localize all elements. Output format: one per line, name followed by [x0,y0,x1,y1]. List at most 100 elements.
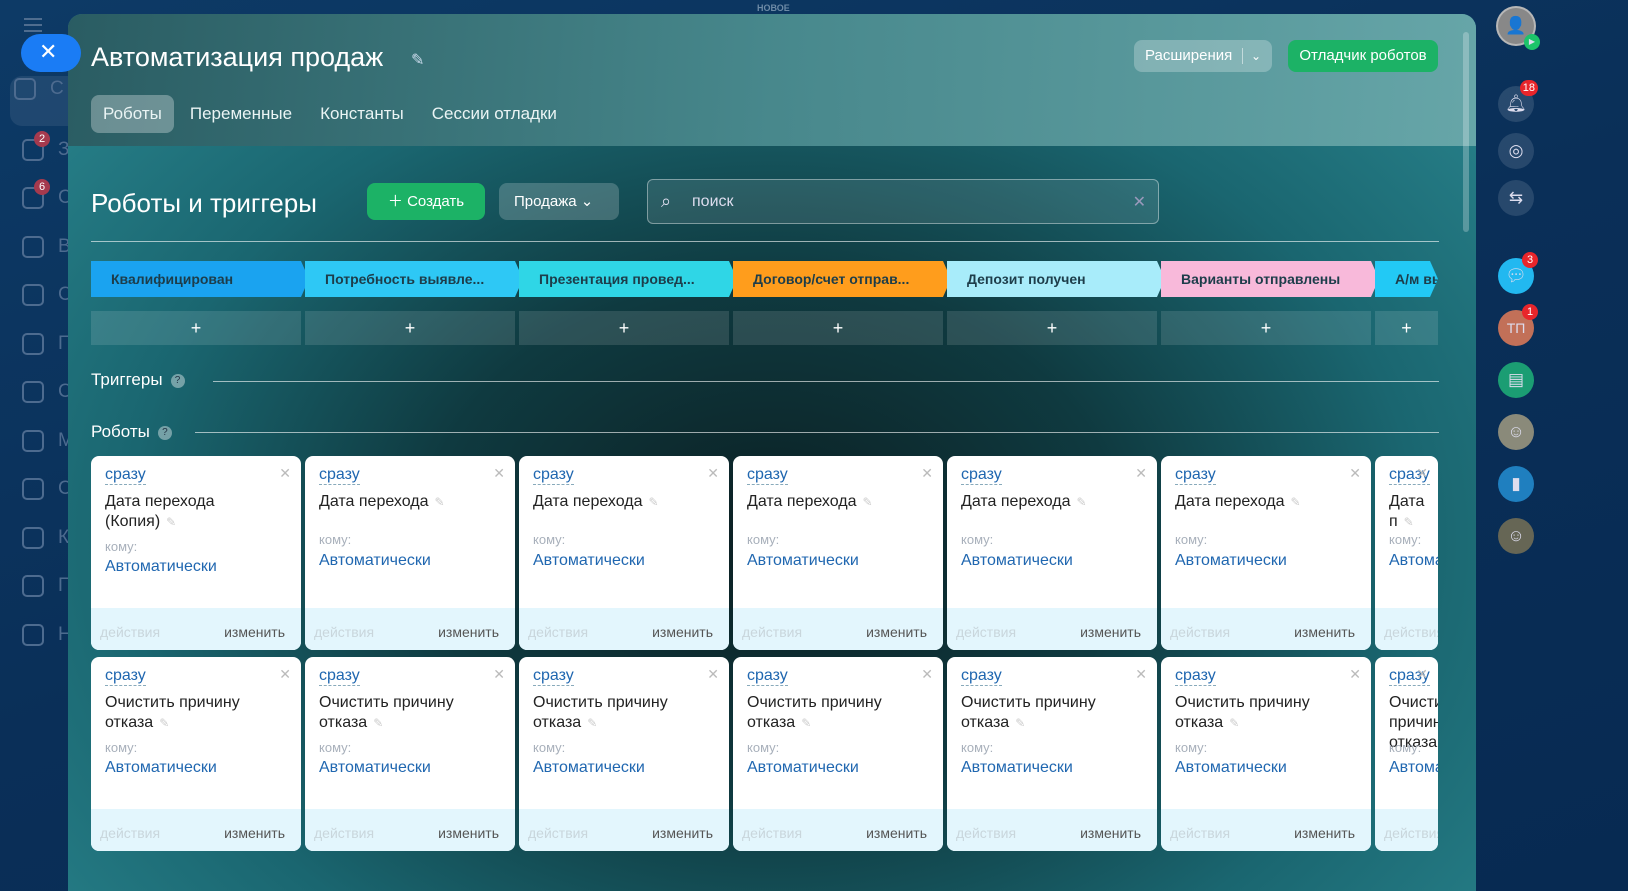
nav-item[interactable]: Н [18,622,72,652]
pencil-icon[interactable]: ✎ [1015,716,1025,730]
edit-link[interactable]: изменить [652,825,713,841]
search-input[interactable] [692,190,1112,214]
tab-robots[interactable]: Роботы [91,95,174,133]
nav-item[interactable]: С [10,76,70,126]
responsible-link[interactable]: Автоматически [747,759,859,777]
edit-link[interactable]: изменить [438,825,499,841]
delay-link[interactable]: сразу [747,466,788,485]
close-icon[interactable]: ✕ [1349,666,1361,683]
activity-icon[interactable]: ◎ [1498,133,1534,169]
tab-debug-sessions[interactable]: Сессии отладки [420,95,569,133]
pencil-icon[interactable]: ✎ [1290,495,1300,509]
robot-card[interactable]: сразу ✕ Очистить причину отказа✎ кому: А… [519,657,729,851]
edit-link[interactable]: изменить [1080,624,1141,640]
pipeline-select[interactable]: Продажа ⌄ [499,183,619,220]
close-icon[interactable]: ✕ [707,465,719,482]
messenger-button[interactable]: 💬︎ 3 [1498,252,1538,294]
nav-item[interactable]: С [18,282,72,312]
responsible-link[interactable]: Автоматически [961,759,1073,777]
delay-link[interactable]: сразу [105,466,146,485]
delay-link[interactable]: сразу [533,667,574,686]
contact-avatar[interactable]: ☺ [1498,518,1534,554]
close-icon[interactable]: ✕ [1135,666,1147,683]
responsible-link[interactable]: Автоматически [533,552,645,570]
edit-link[interactable]: изменить [224,624,285,640]
delay-link[interactable]: сразу [319,667,360,686]
robot-card[interactable]: сразу ✕ Очистить причину отказа✎ кому: А… [1375,657,1438,851]
robot-card[interactable]: сразу ✕ Очистить причину отказа✎ кому: А… [305,657,515,851]
robot-card[interactable]: сразу ✕ Дата перехода ✎ кому: Автоматичес… [1161,456,1371,650]
responsible-link[interactable]: Автоматически [1389,552,1438,570]
close-icon[interactable]: ✕ [1416,666,1428,683]
responsible-link[interactable]: Автоматически [319,552,431,570]
close-slider-button[interactable]: ✕ [21,34,81,72]
tp-chat-button[interactable]: ТП 1 [1498,304,1538,346]
robot-card[interactable]: сразу ✕ Очистить причину отказа✎ кому: А… [1161,657,1371,851]
responsible-link[interactable]: Автоматически [105,558,217,576]
clear-icon[interactable]: ✕ [1133,192,1146,212]
nav-item[interactable]: С6 [18,179,72,215]
delay-link[interactable]: сразу [105,667,146,686]
pencil-icon[interactable]: ✎ [1229,716,1239,730]
scrollbar[interactable] [1463,32,1469,232]
pencil-icon[interactable]: ✎ [648,495,658,509]
responsible-link[interactable]: Автоматически [319,759,431,777]
pencil-icon[interactable]: ✎ [434,495,444,509]
robot-card[interactable]: сразу ✕ Дата перехода ✎ кому: Автоматичес… [305,456,515,650]
responsible-link[interactable]: Автоматически [105,759,217,777]
add-trigger-button[interactable]: + [519,311,729,345]
pencil-icon[interactable]: ✎ [862,495,872,509]
robot-card[interactable]: сразу ✕ Дата перехода ✎ кому: Автоматичес… [519,456,729,650]
user-avatar[interactable]: 👤 ▶ [1496,6,1540,50]
robot-card[interactable]: сразу ✕ Очистить причину отказа✎ кому: А… [733,657,943,851]
delay-link[interactable]: сразу [319,466,360,485]
add-trigger-button[interactable]: + [733,311,943,345]
add-trigger-button[interactable]: + [91,311,301,345]
add-trigger-button[interactable]: + [1375,311,1438,345]
responsible-link[interactable]: Автоматически [1175,552,1287,570]
edit-link[interactable]: изменить [866,825,927,841]
close-icon[interactable]: ✕ [1416,465,1428,482]
responsible-link[interactable]: Автоматически [747,552,859,570]
robot-card[interactable]: сразу ✕ Очистить причину отказа✎ кому: А… [91,657,301,851]
pencil-icon[interactable]: ✎ [1404,515,1414,529]
stage-column-header[interactable]: Потребность выявле... [305,261,523,297]
help-icon[interactable]: ? [157,426,172,440]
robot-card[interactable]: сразу ✕ Очистить причину отказа✎ кому: А… [947,657,1157,851]
news-icon[interactable]: ▤ [1498,362,1534,398]
nav-item[interactable]: П [18,573,72,603]
responsible-link[interactable]: Автоматически [961,552,1073,570]
close-icon[interactable]: ✕ [921,465,933,482]
robot-card[interactable]: сразу ✕ Дата перехода ✎ кому: Автоматичес… [947,456,1157,650]
tab-variables[interactable]: Переменные [178,95,304,133]
nav-item[interactable]: С [18,476,72,506]
close-icon[interactable]: ✕ [279,666,291,683]
close-icon[interactable]: ✕ [279,465,291,482]
edit-link[interactable]: изменить [652,624,713,640]
robot-card[interactable]: сразу ✕ Дата перехода ✎ кому: Автоматичес… [733,456,943,650]
pencil-icon[interactable]: ✎ [373,716,383,730]
menu-icon[interactable] [24,18,42,32]
chevron-down-icon[interactable]: ⌄ [1251,40,1261,72]
add-trigger-button[interactable]: + [1161,311,1371,345]
delay-link[interactable]: сразу [961,667,1002,686]
edit-link[interactable]: изменить [224,825,285,841]
close-icon[interactable]: ✕ [493,465,505,482]
delay-link[interactable]: сразу [961,466,1002,485]
add-trigger-button[interactable]: + [305,311,515,345]
stage-column-header[interactable]: Договор/счет отправ... [733,261,951,297]
notifications-button[interactable]: 🔔︎ 18 [1498,80,1538,122]
nav-item[interactable]: З2 [18,130,69,167]
robot-card[interactable]: сразу ✕ Дата перехода (Копия) ✎ кому: Авт… [91,456,301,650]
edit-link[interactable]: изменить [866,624,927,640]
nav-item[interactable]: П [18,331,72,361]
stage-column-header[interactable]: Варианты отправлены [1161,261,1379,297]
edit-link[interactable]: изменить [1294,825,1355,841]
close-icon[interactable]: ✕ [1135,465,1147,482]
close-icon[interactable]: ✕ [493,666,505,683]
close-icon[interactable]: ✕ [1349,465,1361,482]
add-trigger-button[interactable]: + [947,311,1157,345]
extensions-button[interactable]: Расширения ⌄ [1134,40,1272,72]
robot-debugger-button[interactable]: Отладчик роботов [1288,40,1438,72]
bookmark-icon[interactable]: ▮ [1498,466,1534,502]
